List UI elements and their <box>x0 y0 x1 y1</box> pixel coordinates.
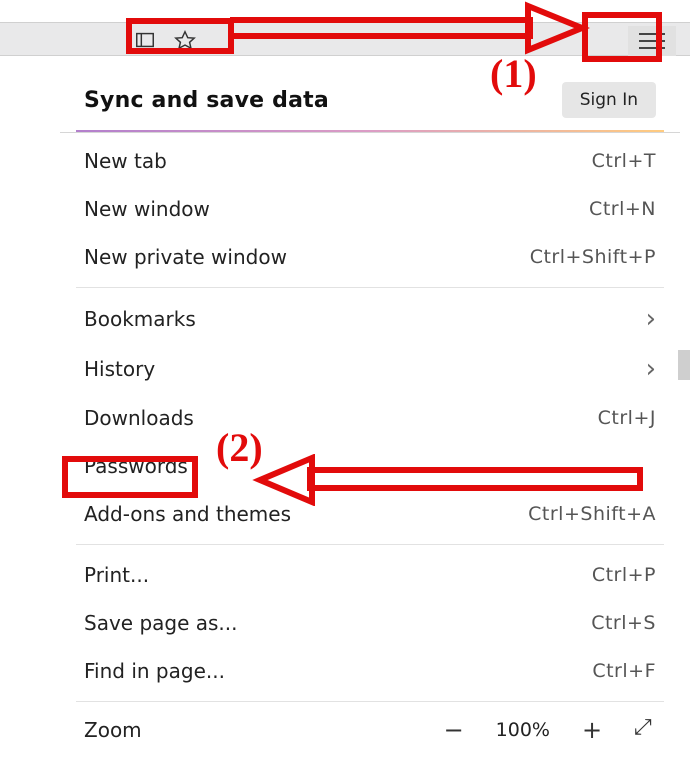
menu-item-label: Find in page... <box>84 659 225 683</box>
shortcut-label: Ctrl+J <box>598 407 656 429</box>
annotation-arrow-2 <box>200 454 650 506</box>
annotation-box-print <box>62 456 198 498</box>
shortcut-label: Ctrl+Shift+P <box>530 246 656 268</box>
annotation-label-1: (1) <box>490 54 537 94</box>
menu-item-zoom: Zoom − 100% + <box>60 704 680 754</box>
menu-item-label: New tab <box>84 149 167 173</box>
shortcut-label: Ctrl+S <box>591 612 656 634</box>
zoom-in-button[interactable]: + <box>580 718 604 742</box>
shortcut-label: Ctrl+T <box>592 150 656 172</box>
menu-header: Sync and save data Sign In <box>60 62 680 133</box>
menu-item-find-in-page[interactable]: Find in page... Ctrl+F <box>60 647 680 695</box>
sign-in-button[interactable]: Sign In <box>562 82 656 118</box>
shortcut-label: Ctrl+N <box>589 198 656 220</box>
scrollbar-fragment <box>678 350 690 380</box>
menu-item-label: Downloads <box>84 406 194 430</box>
zoom-value: 100% <box>496 719 550 741</box>
menu-item-print[interactable]: Print... Ctrl+P <box>60 551 680 599</box>
app-menu-panel: Sync and save data Sign In New tab Ctrl+… <box>60 62 680 762</box>
zoom-out-button[interactable]: − <box>442 718 466 742</box>
menu-item-new-tab[interactable]: New tab Ctrl+T <box>60 137 680 185</box>
chevron-right-icon: › <box>646 306 656 332</box>
menu-item-save-page[interactable]: Save page as... Ctrl+S <box>60 599 680 647</box>
menu-item-label: History <box>84 357 155 381</box>
chevron-right-icon: › <box>646 356 656 382</box>
annotation-arrow-1 <box>230 0 590 60</box>
shortcut-label: Ctrl+P <box>592 564 656 586</box>
menu-divider <box>76 701 664 702</box>
menu-section-page: Print... Ctrl+P Save page as... Ctrl+S F… <box>60 547 680 699</box>
menu-item-label: New private window <box>84 245 287 269</box>
annotation-box-hamburger <box>582 12 662 62</box>
menu-item-new-window[interactable]: New window Ctrl+N <box>60 185 680 233</box>
menu-section-windows: New tab Ctrl+T New window Ctrl+N New pri… <box>60 133 680 285</box>
shortcut-label: Ctrl+F <box>592 660 656 682</box>
shortcut-label: Ctrl+Shift+A <box>528 503 656 525</box>
menu-item-history[interactable]: History › <box>60 344 680 394</box>
zoom-label: Zoom <box>84 718 142 742</box>
annotation-box-toolbar <box>126 18 234 54</box>
menu-item-label: Bookmarks <box>84 307 196 331</box>
menu-item-label: Print... <box>84 563 149 587</box>
fullscreen-icon[interactable] <box>634 719 656 741</box>
menu-item-label: Save page as... <box>84 611 238 635</box>
menu-item-bookmarks[interactable]: Bookmarks › <box>60 294 680 344</box>
menu-divider <box>76 287 664 288</box>
menu-item-downloads[interactable]: Downloads Ctrl+J <box>60 394 680 442</box>
sync-heading: Sync and save data <box>84 88 329 113</box>
menu-divider <box>76 544 664 545</box>
menu-item-label: New window <box>84 197 210 221</box>
menu-item-new-private-window[interactable]: New private window Ctrl+Shift+P <box>60 233 680 281</box>
